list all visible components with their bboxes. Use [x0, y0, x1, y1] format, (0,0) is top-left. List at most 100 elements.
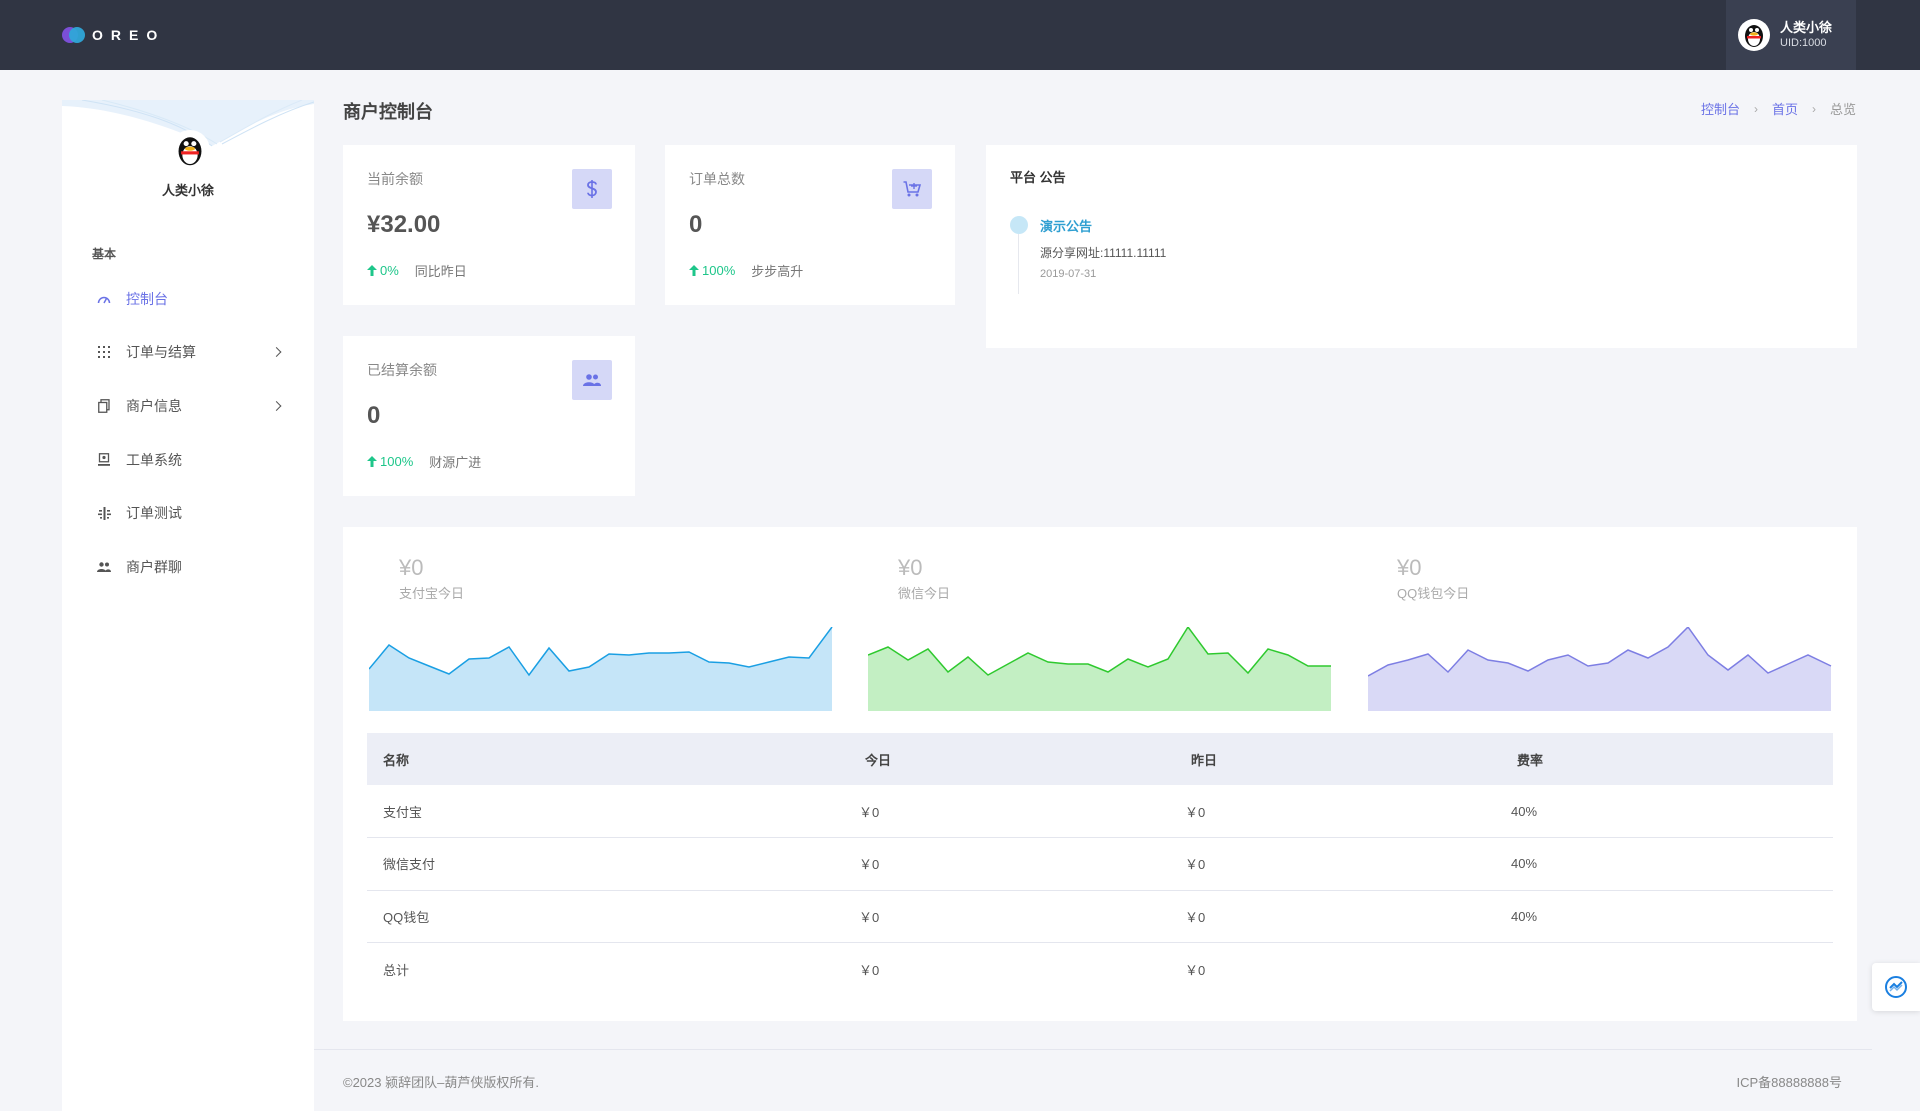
cell-today: ￥0	[849, 890, 1175, 943]
sidebar-item-order-test[interactable]: 订单测试	[62, 486, 314, 540]
cell-today: ￥0	[859, 962, 880, 978]
trend-indicator: 100%	[689, 263, 735, 278]
group-chat-icon	[96, 559, 112, 575]
arrow-up-icon	[689, 265, 699, 276]
cell-yesterday: ￥0	[1175, 890, 1501, 943]
sidebar-item-label: 商户信息	[126, 397, 182, 414]
table-row: QQ钱包 ￥0 ￥0 40%	[367, 890, 1833, 943]
sidebar-item-orders-settlement[interactable]: 订单与结算	[62, 326, 314, 380]
cell-today: ￥0	[849, 837, 1175, 891]
table-row: 支付宝 ￥0 ￥0 40%	[367, 785, 1833, 838]
stat-card-settled: 已结算余额 0 100% 财源广进	[343, 336, 635, 496]
wechat-sparkline	[868, 627, 1331, 711]
sidebar-item-label: 商户群聊	[126, 558, 182, 575]
breadcrumb-separator-icon: ›	[1811, 101, 1816, 116]
table-row: 微信支付 ￥0 ￥0 40%	[367, 837, 1833, 891]
cell-today: ￥0	[849, 785, 1175, 838]
stat-trend: 100% 步步高升	[689, 261, 803, 280]
sidebar-item-merchant-chat[interactable]: 商户群聊	[62, 540, 314, 594]
trend-note: 财源广进	[429, 455, 482, 470]
breadcrumb-link-home[interactable]: 首页	[1772, 99, 1798, 118]
stat-trend: 0% 同比昨日	[367, 261, 467, 280]
sidebar-section-label: 基本	[92, 247, 117, 261]
cell-yesterday: ￥0	[1175, 785, 1501, 838]
trend-indicator: 0%	[367, 263, 399, 278]
qq-penguin-icon	[1738, 19, 1770, 51]
alipay-today-label: 支付宝今日	[399, 586, 465, 601]
revenue-panel: ¥0 支付宝今日 ¥0 微信今日 ¥0 QQ钱包 今日 名称 今日 昨日 费率 支…	[343, 527, 1857, 1021]
notice-title: 平台 公告	[1010, 170, 1066, 185]
sidebar-item-label: 订单与结算	[126, 344, 196, 361]
sidebar-item-ticket-system[interactable]: 工单系统	[62, 433, 314, 487]
sidebar-item-label: 订单测试	[126, 505, 182, 522]
trend-indicator: 100%	[367, 454, 413, 469]
cell-yesterday: ￥0	[1175, 837, 1501, 891]
timeline-dot-icon	[1010, 216, 1028, 234]
stat-trend: 100% 财源广进	[367, 452, 481, 471]
timeline-line	[1018, 234, 1019, 294]
test-icon	[96, 505, 112, 521]
stat-card-orders: 订单总数 0 100% 步步高升	[665, 145, 955, 305]
stat-label: 已结算余额	[367, 362, 437, 378]
stat-card-balance: 当前余额 ¥32.00 0% 同比昨日	[343, 145, 635, 305]
chevron-right-icon	[271, 401, 282, 411]
notice-item-date: 2019-07-31	[1040, 268, 1097, 280]
cell-yesterday: ￥0	[1185, 962, 1206, 978]
cell-rate: 40%	[1501, 785, 1833, 838]
stat-label: 订单总数	[689, 171, 745, 187]
sidebar-avatar[interactable]	[170, 130, 210, 170]
dollar-icon	[572, 169, 612, 209]
stat-label: 当前余额	[367, 171, 423, 187]
brand-name: OREO	[92, 27, 166, 43]
sparkline-area	[1368, 627, 1831, 711]
support-widget-icon	[1885, 976, 1907, 998]
notice-item-text: 源分享网址:11111.11111	[1040, 246, 1167, 260]
footer-icp[interactable]: ICP备88888888号	[1736, 1072, 1842, 1091]
cart-icon	[892, 169, 932, 209]
sidebar-user-name: 人类小徐	[161, 183, 214, 198]
cell-rate: 40%	[1501, 890, 1833, 943]
arrow-up-icon	[367, 456, 377, 467]
sidebar: 人类小徐 基本 控制台 订单与结算 商户信息 工单系统 订单测试 商户群聊	[62, 100, 314, 1111]
notice-card: 平台 公告 演示公告 源分享网址:11111.11111 2019-07-31	[986, 145, 1857, 348]
notice-item-title[interactable]: 演示公告	[1040, 216, 1092, 235]
sidebar-item-dashboard[interactable]: 控制台	[62, 272, 314, 326]
table-row: 总计 ￥0 ￥0	[367, 943, 1833, 996]
chevron-right-icon	[271, 347, 282, 358]
top-bar: OREO 人类小徐 UID:1000	[0, 0, 1920, 70]
breadcrumb-current: 总览	[1829, 102, 1856, 117]
page-title: 商户控制台	[343, 102, 433, 122]
trend-value: 100%	[380, 454, 414, 469]
grid-dots-icon	[96, 344, 112, 360]
cell-name: 总计	[383, 962, 410, 978]
documents-icon	[96, 398, 112, 414]
qqwallet-today-amount: ¥0	[1397, 555, 1422, 580]
ticket-icon	[96, 452, 112, 468]
column-header-name: 名称	[367, 733, 849, 785]
sidebar-nav: 控制台 订单与结算 商户信息 工单系统 订单测试 商户群聊	[62, 272, 314, 594]
table-header-row: 名称 今日 昨日 费率	[367, 733, 1833, 785]
floating-support-button[interactable]	[1872, 963, 1920, 1011]
column-header-yesterday: 昨日	[1175, 733, 1501, 785]
cell-rate	[1501, 943, 1833, 996]
wechat-today-amount: ¥0	[898, 555, 923, 580]
revenue-table: 名称 今日 昨日 费率 支付宝 ￥0 ￥0 40% 微信支付 ￥0 ￥0 40%…	[367, 733, 1833, 995]
cell-name: QQ钱包	[367, 890, 849, 943]
sidebar-item-merchant-info[interactable]: 商户信息	[62, 379, 314, 433]
qqwallet-sparkline	[1368, 627, 1832, 711]
column-header-today: 今日	[849, 733, 1175, 785]
arrow-up-icon	[367, 265, 377, 276]
top-user-uid: UID:1000	[1780, 36, 1827, 49]
wechat-today-label: 微信今日	[898, 586, 951, 601]
alipay-today-amount: ¥0	[399, 555, 424, 580]
cell-rate: 40%	[1501, 837, 1833, 891]
logo-mark-icon	[62, 27, 85, 43]
users-icon	[572, 360, 612, 400]
brand-logo[interactable]: OREO	[62, 27, 165, 43]
breadcrumb-link-console[interactable]: 控制台	[1701, 99, 1740, 118]
dashboard-gauge-icon	[96, 291, 112, 307]
footer-divider	[314, 1049, 1872, 1050]
cell-name: 微信支付	[367, 837, 849, 891]
user-menu[interactable]: 人类小徐 UID:1000	[1726, 0, 1856, 70]
breadcrumb: 控制台 › 首页 › 总览	[1701, 99, 1856, 118]
